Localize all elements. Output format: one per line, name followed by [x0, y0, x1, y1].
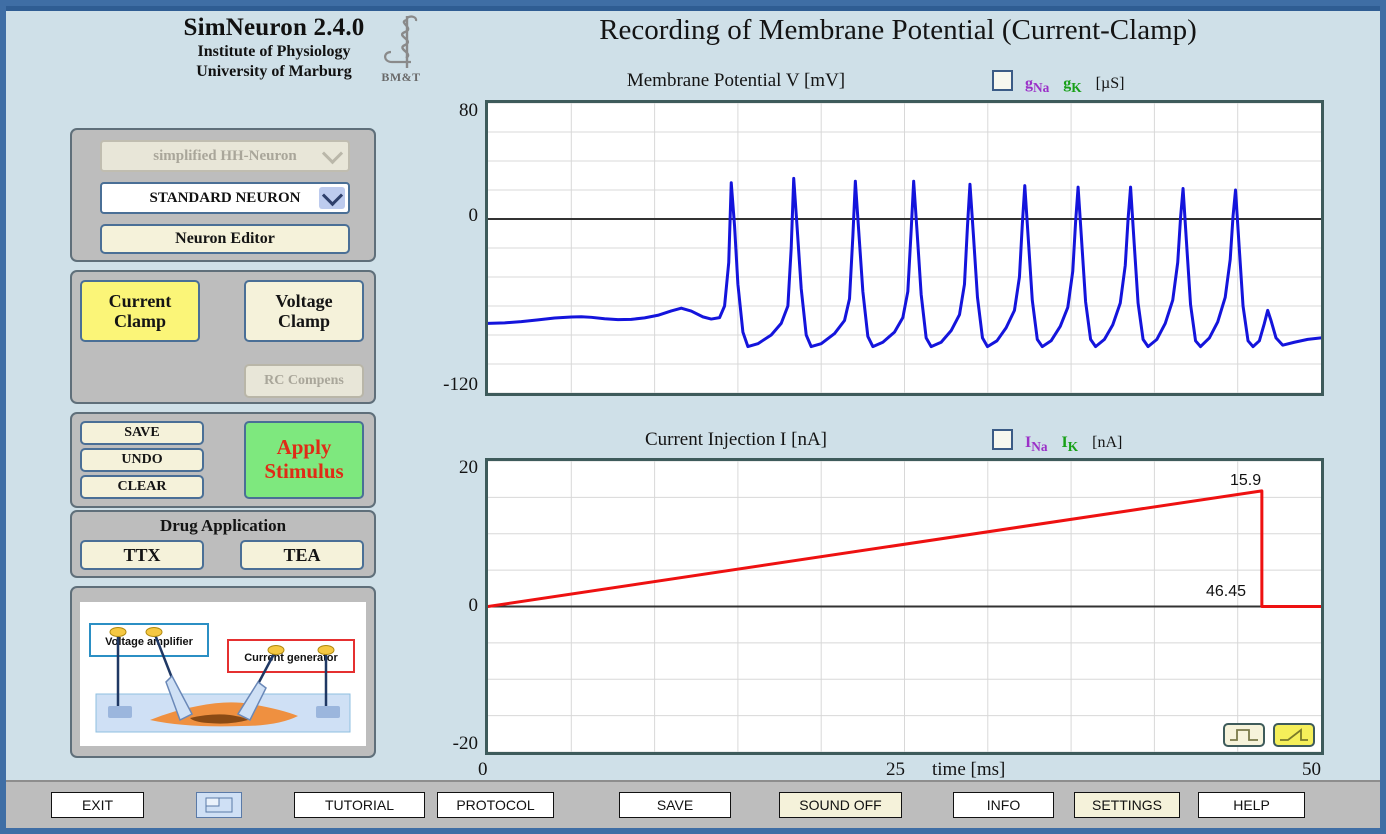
bottom-toolbar: EXIT TUTORIAL PROTOCOL SAVE SOUND OFF IN…: [6, 780, 1380, 828]
bottom-chart-title: Current Injection I [nA]: [506, 429, 966, 451]
top-y-max-label: 80: [438, 100, 478, 122]
tea-button[interactable]: TEA: [240, 540, 364, 570]
clamp-mode-panel: Current Clamp Voltage Clamp RC Compens: [70, 270, 376, 404]
current-clamp-line2: Clamp: [114, 311, 166, 331]
ina-sub: Na: [1031, 439, 1047, 454]
neuron-select[interactable]: STANDARD NEURON: [100, 182, 350, 214]
model-select-value: simplified HH-Neuron: [153, 148, 296, 165]
neuron-editor-button[interactable]: Neuron Editor: [100, 224, 350, 254]
gna-sub: Na: [1033, 80, 1049, 95]
tutorial-button[interactable]: TUTORIAL: [294, 792, 425, 818]
apply-stimulus-line1: Apply: [277, 436, 332, 460]
logo-caption: BM&T: [366, 70, 436, 85]
actions-panel: SAVE UNDO CLEAR Apply Stimulus: [70, 412, 376, 508]
clear-button[interactable]: CLEAR: [80, 475, 204, 499]
top-y-zero-label: 0: [438, 205, 478, 227]
bottom-y-min-label: -20: [430, 733, 478, 755]
setup-diagram-icon: Voltage amplifier Current generator: [80, 602, 366, 746]
asclepius-staff-icon: [371, 12, 431, 72]
apply-stimulus-button[interactable]: Apply Stimulus: [244, 421, 364, 499]
apply-stimulus-line2: Stimulus: [264, 460, 343, 484]
experiment-schematic: Voltage amplifier Current generator: [80, 602, 366, 746]
pulse-waveform-button[interactable]: [1223, 723, 1265, 747]
current-legend-checkbox[interactable]: [992, 429, 1013, 450]
gk-sub: K: [1071, 80, 1081, 95]
membrane-potential-trace: [488, 103, 1321, 393]
experiment-schematic-panel: Voltage amplifier Current generator: [70, 586, 376, 758]
protocol-button[interactable]: PROTOCOL: [437, 792, 554, 818]
window-layout-button[interactable]: [196, 792, 242, 818]
neuron-select-value: STANDARD NEURON: [150, 190, 301, 207]
ik-sub: K: [1068, 439, 1078, 454]
bmt-logo: BM&T: [366, 12, 436, 88]
top-chart-legend: gNa gK [µS]: [992, 70, 1124, 96]
drug-application-title: Drug Application: [72, 516, 374, 536]
undo-button[interactable]: UNDO: [80, 448, 204, 472]
conductance-legend-checkbox[interactable]: [992, 70, 1013, 91]
ttx-button[interactable]: TTX: [80, 540, 204, 570]
sim-neuron-window: SimNeuron 2.4.0 Institute of Physiology …: [0, 0, 1386, 834]
model-select[interactable]: simplified HH-Neuron: [100, 140, 350, 172]
x-axis-end-label: 50: [1302, 759, 1321, 781]
ramp-end-time-annotation: 46.45: [1206, 583, 1246, 601]
current-injection-trace: [488, 461, 1321, 752]
top-chart-title: Membrane Potential V [mV]: [506, 70, 966, 92]
save-button[interactable]: SAVE: [80, 421, 204, 445]
bottom-chart-legend: INa IK [nA]: [992, 429, 1122, 455]
save-recording-button[interactable]: SAVE: [619, 792, 731, 818]
gna-legend[interactable]: gNa: [1025, 75, 1049, 92]
voltage-clamp-line1: Voltage: [275, 291, 332, 311]
drug-application-panel: Drug Application TTX TEA: [70, 510, 376, 578]
help-button[interactable]: HELP: [1198, 792, 1305, 818]
exit-button[interactable]: EXIT: [51, 792, 144, 818]
membrane-potential-plot[interactable]: [485, 100, 1324, 396]
current-injection-plot[interactable]: 15.9 46.45: [485, 458, 1324, 755]
bottom-y-max-label: 20: [438, 457, 478, 479]
pulse-waveform-icon: [1229, 728, 1259, 742]
voltage-clamp-line2: Clamp: [278, 311, 330, 331]
current-clamp-button[interactable]: Current Clamp: [80, 280, 200, 342]
sound-off-button[interactable]: SOUND OFF: [779, 792, 902, 818]
bottom-y-zero-label: 0: [438, 595, 478, 617]
gna-label: g: [1025, 75, 1033, 92]
voltage-clamp-button[interactable]: Voltage Clamp: [244, 280, 364, 342]
chevron-down-icon: [319, 187, 345, 209]
x-axis-title: time [ms]: [932, 759, 1005, 781]
x-axis-start-label: 0: [478, 759, 488, 781]
info-button[interactable]: INFO: [953, 792, 1054, 818]
page-title: Recording of Membrane Potential (Current…: [458, 14, 1338, 47]
gk-legend[interactable]: gK: [1063, 75, 1081, 92]
conductance-unit: [µS]: [1096, 75, 1125, 92]
ina-legend[interactable]: INa: [1025, 434, 1048, 451]
rc-compens-button[interactable]: RC Compens: [244, 364, 364, 398]
neuron-selection-panel: simplified HH-Neuron STANDARD NEURON Neu…: [70, 128, 376, 262]
current-unit: [nA]: [1092, 434, 1122, 451]
window-layout-icon: [205, 797, 233, 813]
chevron-down-icon: [319, 145, 345, 167]
peak-current-annotation: 15.9: [1230, 472, 1261, 490]
ik-legend[interactable]: IK: [1062, 434, 1079, 451]
ramp-waveform-icon: [1279, 728, 1309, 742]
ramp-waveform-button[interactable]: [1273, 723, 1315, 747]
settings-button[interactable]: SETTINGS: [1074, 792, 1180, 818]
top-y-min-label: -120: [430, 374, 478, 396]
x-axis-mid-label: 25: [886, 759, 905, 781]
current-clamp-line1: Current: [109, 291, 172, 311]
